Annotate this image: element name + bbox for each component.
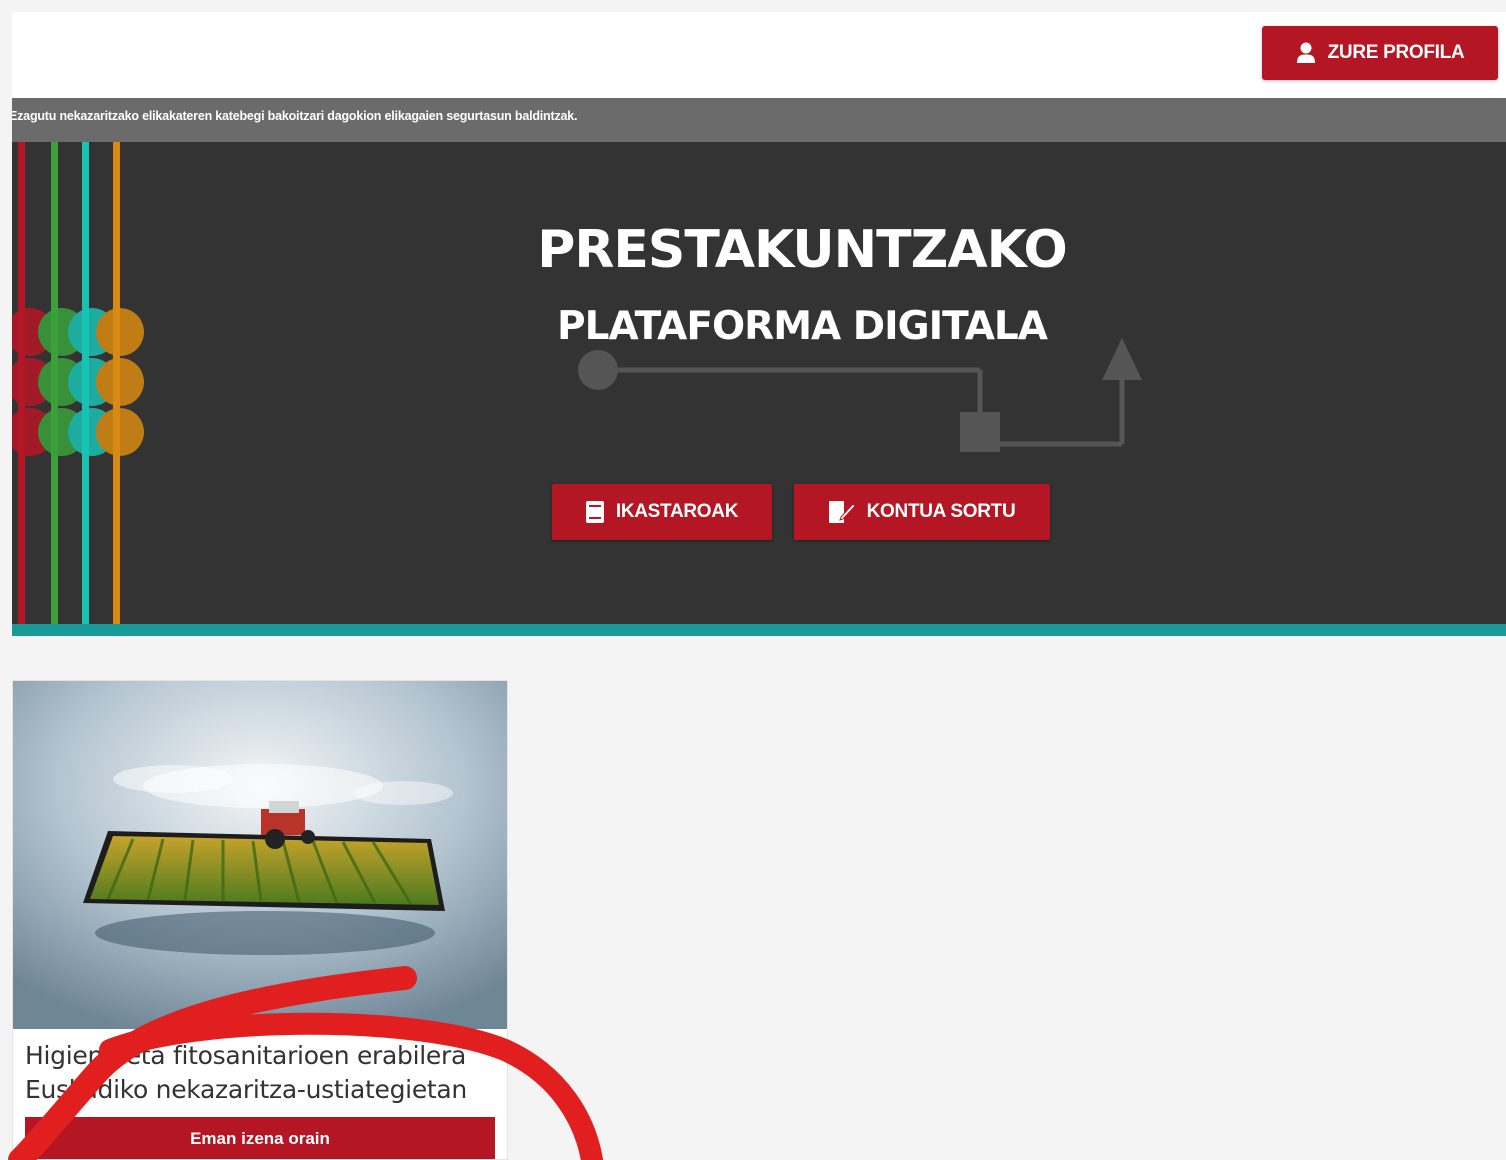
courses-button-label: IKASTAROAK [615, 501, 739, 522]
create-account-button-label: KONTUA SORTU [866, 501, 1016, 522]
book-icon [585, 501, 604, 523]
course-card-title: Higiene eta fitosanitarioen erabilera Eu… [25, 1041, 467, 1104]
enroll-now-button[interactable]: Eman izena orain [25, 1117, 495, 1159]
profile-button[interactable]: ZURE PROFILA [1262, 26, 1498, 80]
courses-button[interactable]: IKASTAROAK [552, 484, 772, 540]
profile-button-label: ZURE PROFILA [1327, 42, 1465, 63]
user-icon [1296, 42, 1315, 63]
edit-document-icon [828, 501, 855, 523]
hero-title: PRESTAKUNTZAKO [537, 220, 1068, 280]
decorative-stripes [12, 142, 144, 624]
hero-bottom-stripe [12, 624, 1506, 636]
hero-banner: PRESTAKUNTZAKO PLATAFORMA DIGITALA IKAST… [12, 142, 1506, 624]
tagline-bar: Ezagutu nekazaritzako elikakateren kateb… [12, 98, 1506, 142]
hero-subtitle: PLATAFORMA DIGITALA [557, 304, 1048, 349]
create-account-button[interactable]: KONTUA SORTU [794, 484, 1050, 540]
course-card-image[interactable] [13, 681, 508, 1029]
tagline-text: Ezagutu nekazaritzako elikakateren kateb… [12, 109, 578, 123]
course-card[interactable]: Higiene eta fitosanitarioen erabilera Eu… [12, 680, 508, 1160]
